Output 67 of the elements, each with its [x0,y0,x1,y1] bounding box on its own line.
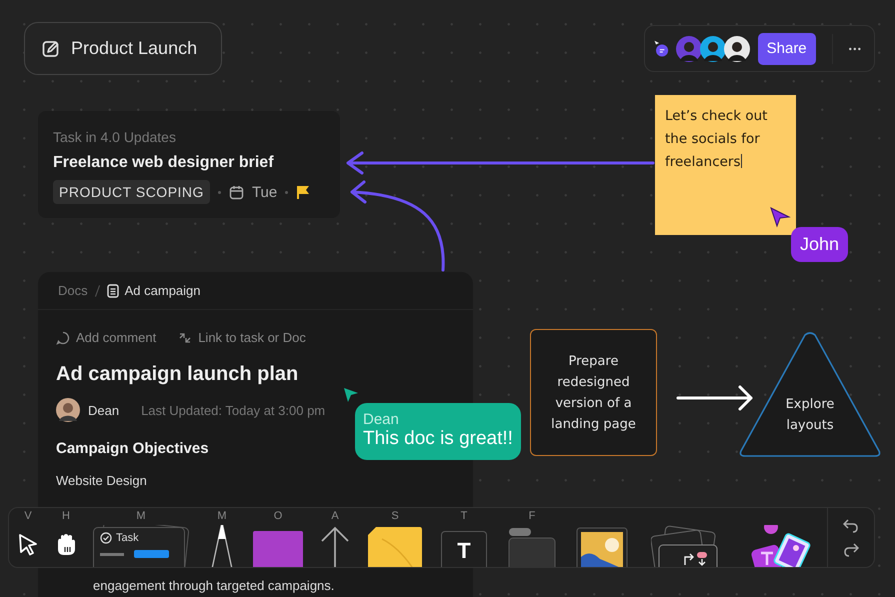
hand-icon [55,533,77,557]
text-glyph: T [457,538,471,564]
body-text: engagement through targeted campaigns. [93,578,334,593]
shortcut-key: F [528,508,536,525]
avatar[interactable] [700,36,726,62]
cursor-icon [769,206,791,228]
shortcut-key: S [391,508,399,525]
sticky-note[interactable]: Let’s check out the socials for freelancers [655,95,796,235]
task-tool[interactable]: M Task [85,508,197,567]
pen-tool[interactable]: M [197,508,247,567]
ai-tools-icon [751,525,813,567]
arrow-icon [319,525,351,567]
more-icon[interactable] [848,46,862,52]
task-list-name: Task in 4.0 Updates [53,129,177,145]
edit-icon [41,38,61,58]
add-comment-button[interactable]: Add comment [56,330,156,345]
board-title[interactable]: Product Launch [24,22,222,75]
board-title-text: Product Launch [71,38,198,59]
undo-icon[interactable] [843,518,859,532]
shortcut-key: M [217,508,227,525]
link-icon [178,330,192,344]
breadcrumb-current[interactable]: Ad campaign [124,283,201,298]
task-title: Freelance web designer brief [53,154,275,172]
comment-text: This doc is great!! [363,428,513,450]
frame-tool[interactable]: F [499,508,565,567]
shortcut-key: T [460,508,468,525]
flag-icon [296,184,310,200]
avatar [56,398,80,422]
shortcut-key: V [24,508,32,525]
redo-icon[interactable] [843,542,859,556]
avatar[interactable] [676,36,702,62]
status-tag: PRODUCT SCOPING [53,180,210,204]
share-button[interactable]: Share [758,32,816,64]
shape-tool[interactable]: O [247,508,309,567]
section-heading: Campaign Objectives [56,440,210,457]
select-tool[interactable]: V [9,508,47,567]
shortcut-key: M [136,508,146,525]
task-card[interactable]: Task in 4.0 Updates Freelance web designer brief PRODUCT SCOPING Tue [38,111,340,218]
shortcut-key: A [331,508,339,525]
subsection-heading: Website Design [56,473,148,488]
hand-tool[interactable]: H [47,508,85,567]
author-name: Dean [88,402,120,418]
pointer-icon [17,533,39,557]
check-circle-icon [100,532,112,544]
doc-title: Ad campaign launch plan [56,363,300,386]
shape-label: Explore layouts [784,396,836,435]
arrow-tool[interactable]: A [309,508,361,567]
last-updated: Last Updated: Today at 3:00 pm [141,402,326,418]
square-icon [253,531,303,567]
commenter-name: Dean [363,411,400,428]
cursor-icon [343,387,359,403]
sticky-note-icon [368,527,422,567]
shortcut-key: O [274,508,282,525]
shape-label: Prepare redesigned version of a landing page [550,352,637,434]
task-label: Task [116,532,139,544]
text-tool[interactable]: T T [429,508,499,567]
cursor-name-tag: John [791,227,848,262]
document-icon [106,284,119,298]
shortcut-key: H [62,508,70,525]
breadcrumb-link[interactable]: Docs [58,283,88,298]
sticky-note-text: Let’s check out the socials for freelancers [665,107,768,172]
due-date: Tue [252,184,278,200]
comment-icon [56,330,70,344]
avatar[interactable] [724,36,750,62]
link-button[interactable]: Link to task or Doc [178,330,306,345]
calendar-icon [228,184,244,200]
sticky-tool[interactable]: S [361,508,429,567]
